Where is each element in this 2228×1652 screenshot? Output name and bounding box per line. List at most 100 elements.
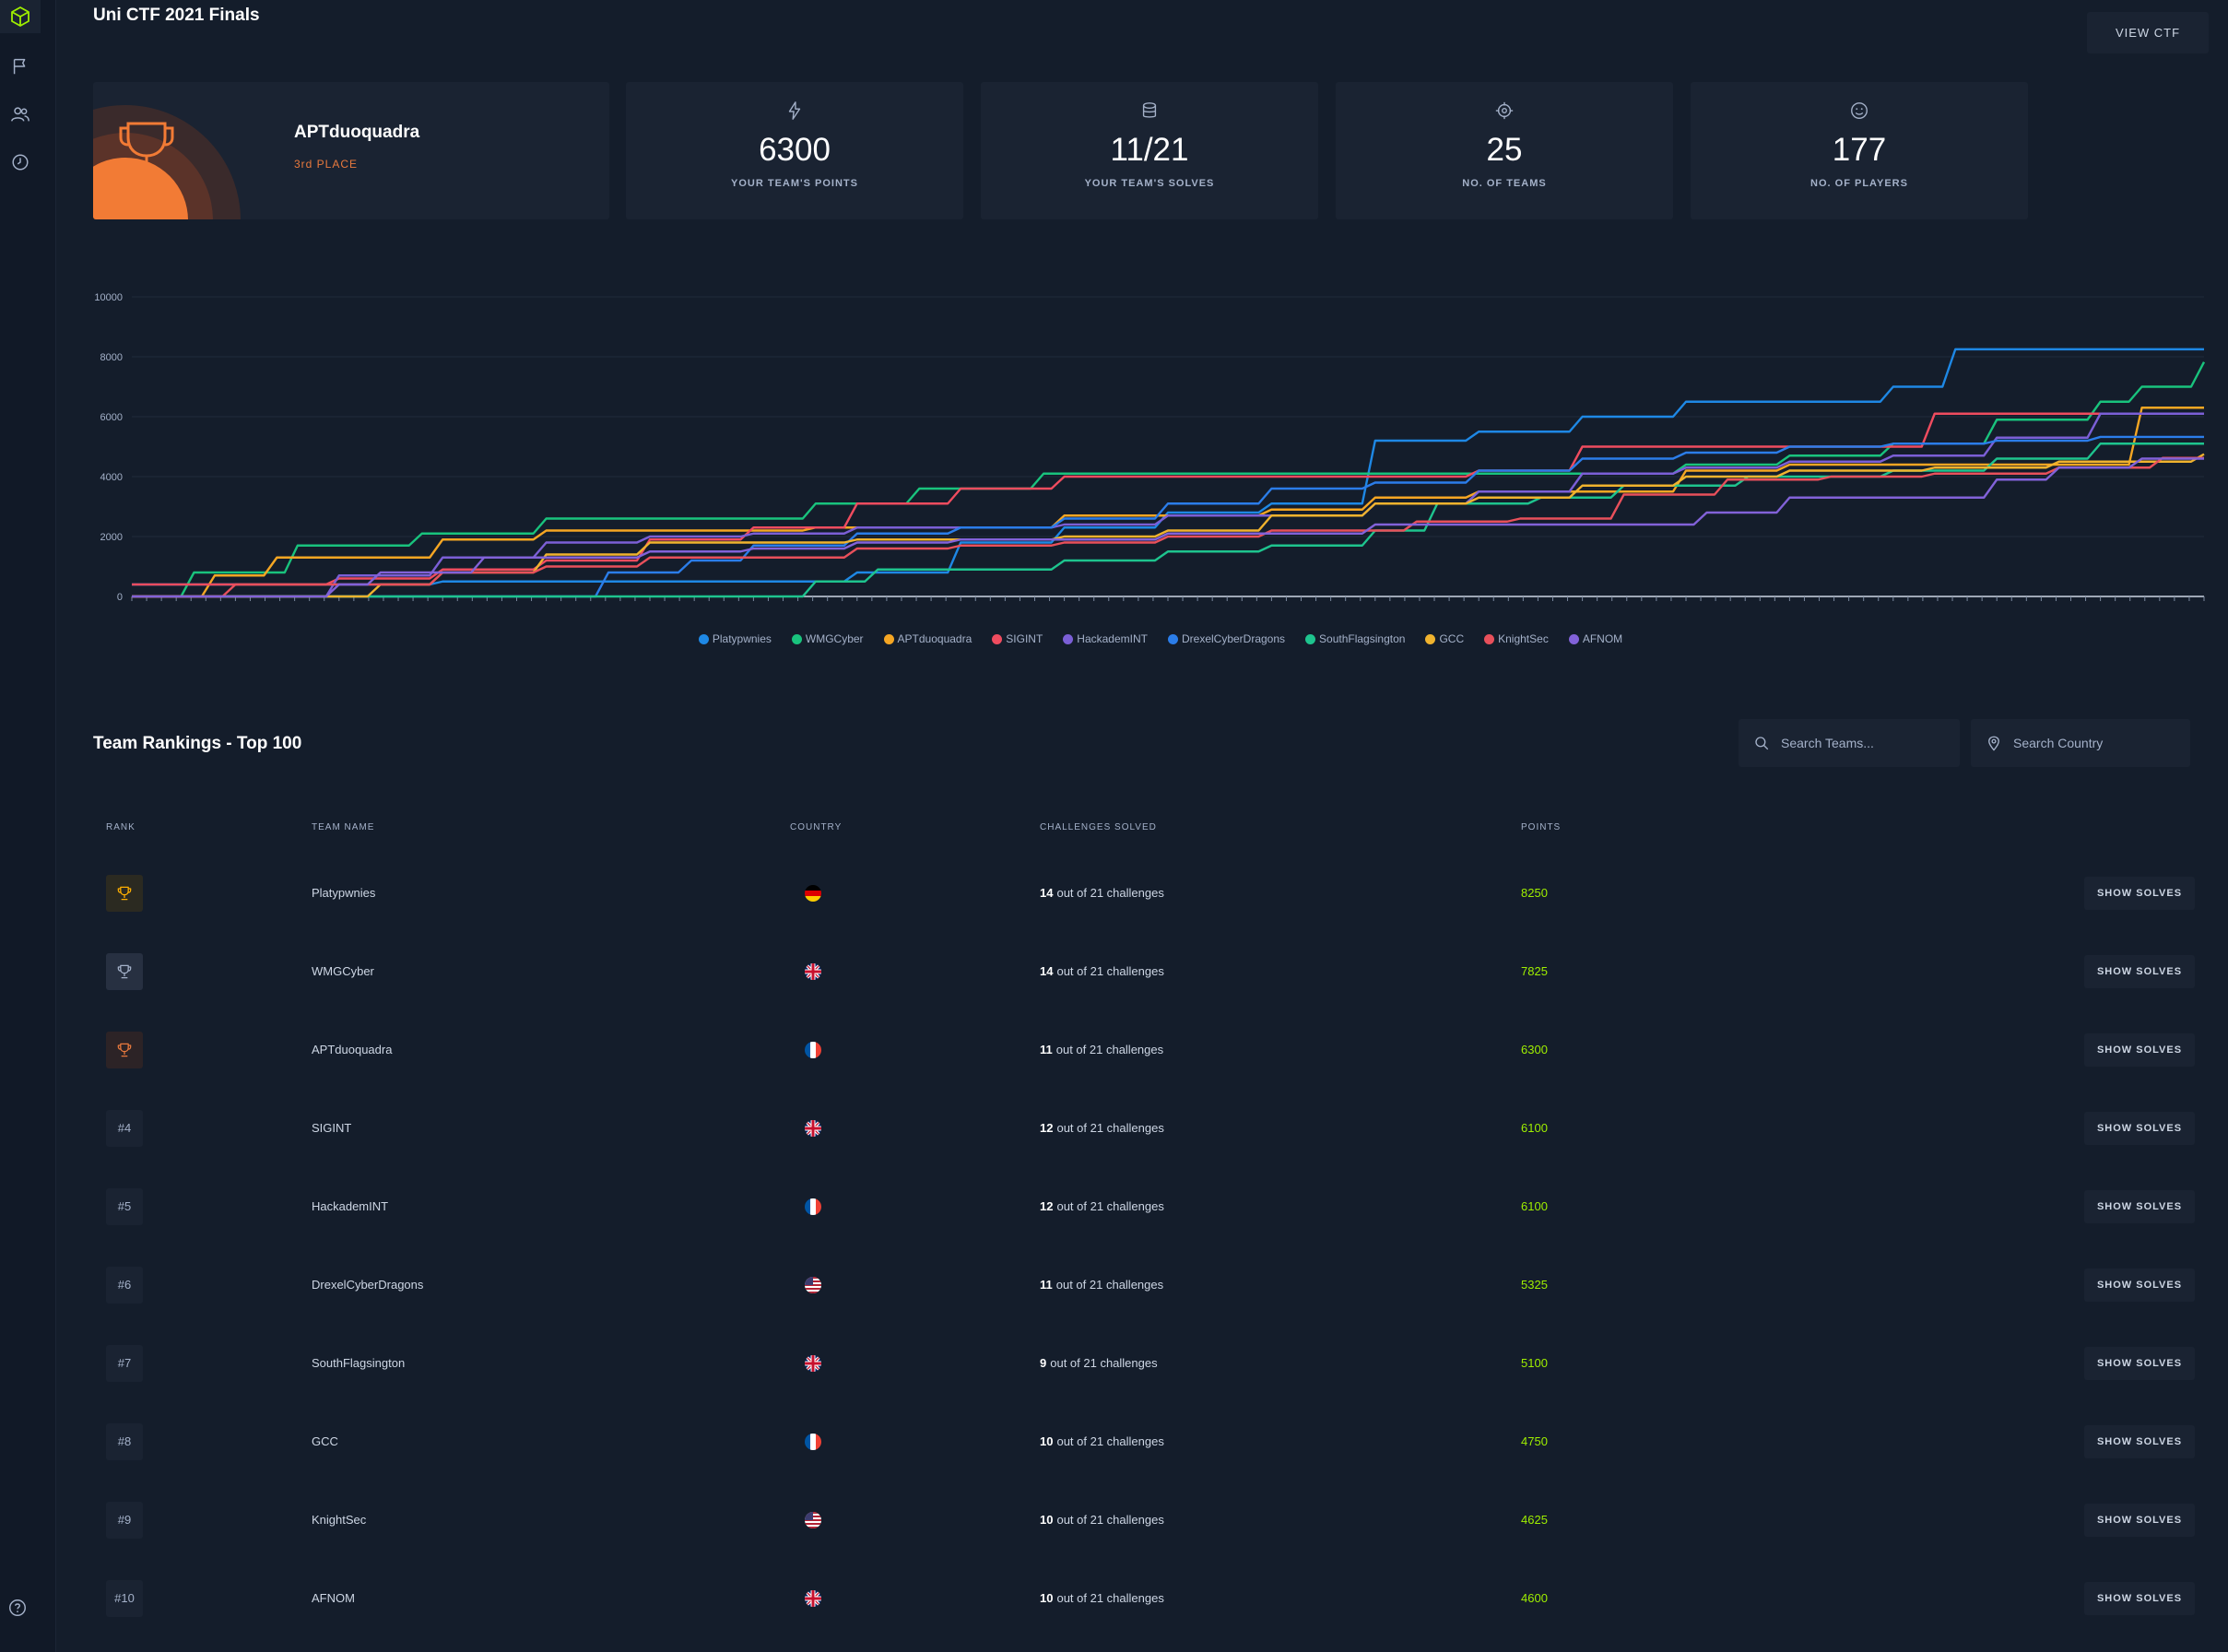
- legend-item[interactable]: DrexelCyberDragons: [1167, 632, 1285, 645]
- rank-number: #10: [114, 1591, 135, 1605]
- y-tick-label: 2000: [100, 532, 123, 543]
- legend-dot: [992, 633, 1003, 644]
- show-solves-cell: SHOW SOLVES: [2084, 1010, 2195, 1089]
- rank-cell: [106, 932, 143, 1010]
- legend-item[interactable]: GCC: [1425, 632, 1464, 645]
- challenges-solved-cell: 11 out of 21 challenges: [1040, 1245, 1163, 1324]
- legend-dot: [1167, 633, 1178, 644]
- show-solves-button[interactable]: SHOW SOLVES: [2084, 1268, 2195, 1302]
- rank-cell: #9: [106, 1481, 143, 1559]
- solved-count: 12: [1040, 1199, 1054, 1213]
- show-solves-button[interactable]: SHOW SOLVES: [2084, 1111, 2195, 1145]
- y-tick-label: 4000: [100, 472, 123, 483]
- search-teams-input[interactable]: [1779, 735, 1949, 751]
- rank-cell: [106, 1010, 143, 1089]
- team-name-cell[interactable]: APTduoquadra: [312, 1010, 392, 1089]
- team-name-cell[interactable]: GCC: [312, 1402, 338, 1481]
- show-solves-cell: SHOW SOLVES: [2084, 1324, 2195, 1402]
- cube-logo-icon[interactable]: [0, 0, 41, 33]
- solved-count: 14: [1040, 964, 1054, 978]
- y-tick-label: 8000: [100, 352, 123, 363]
- solved-count: 11: [1040, 1278, 1053, 1292]
- show-solves-button[interactable]: SHOW SOLVES: [2084, 1581, 2195, 1615]
- users-icon[interactable]: [0, 94, 41, 135]
- table-row: #10 AFNOM 10 out of 21 challenges 4600 SHOW S…: [93, 1559, 2228, 1637]
- help-icon[interactable]: [7, 1598, 28, 1618]
- show-solves-cell: SHOW SOLVES: [2084, 1245, 2195, 1324]
- show-solves-button[interactable]: SHOW SOLVES: [2084, 876, 2195, 910]
- solved-count: 9: [1040, 1356, 1047, 1370]
- flag-us-icon: [805, 1511, 821, 1528]
- country-cell: [805, 932, 821, 1010]
- legend-dot: [1063, 633, 1074, 644]
- points-cell: 6300: [1521, 1043, 1548, 1056]
- view-ctf-button[interactable]: VIEW CTF: [2087, 12, 2209, 53]
- team-name-cell[interactable]: SouthFlagsington: [312, 1324, 405, 1402]
- legend-label: AFNOM: [1582, 632, 1623, 645]
- table-row: #7 SouthFlagsington 9 out of 21 challenges 5…: [93, 1324, 2228, 1402]
- legend-item[interactable]: SIGINT: [992, 632, 1043, 645]
- points-cell: 4750: [1521, 1434, 1548, 1448]
- team-name-cell[interactable]: AFNOM: [312, 1559, 355, 1637]
- table-header: RANK TEAM NAME COUNTRY CHALLENGES SOLVED…: [93, 822, 2228, 841]
- trophy-icon: [115, 884, 134, 903]
- legend-item[interactable]: KnightSec: [1484, 632, 1549, 645]
- stat-label: NO. OF PLAYERS: [1810, 178, 1908, 189]
- search-country[interactable]: [1971, 719, 2190, 767]
- legend-item[interactable]: WMGCyber: [791, 632, 864, 645]
- show-solves-button[interactable]: SHOW SOLVES: [2084, 1346, 2195, 1380]
- legend-item[interactable]: APTduoquadra: [883, 632, 972, 645]
- column-points: POINTS: [1521, 822, 1562, 832]
- clock-icon[interactable]: [0, 142, 41, 183]
- legend-item[interactable]: HackademINT: [1063, 632, 1148, 645]
- team-name-cell[interactable]: DrexelCyberDragons: [312, 1245, 423, 1324]
- show-solves-button[interactable]: SHOW SOLVES: [2084, 1503, 2195, 1537]
- country-cell: [805, 1402, 821, 1481]
- show-solves-button[interactable]: SHOW SOLVES: [2084, 954, 2195, 988]
- stat-value: 11/21: [1110, 132, 1189, 168]
- trophy-icon: [93, 105, 241, 219]
- flag-fr-icon: [805, 1433, 821, 1450]
- team-name-cell[interactable]: Platypwnies: [312, 854, 375, 932]
- flag-icon[interactable]: [0, 46, 41, 87]
- column-solved: CHALLENGES SOLVED: [1040, 822, 1157, 832]
- solved-suffix: out of 21 challenges: [1056, 1199, 1164, 1213]
- rank-badge: #10: [106, 1579, 143, 1617]
- legend-item[interactable]: Platypwnies: [698, 632, 772, 645]
- series-line-knightsec: [132, 456, 2204, 598]
- points-cell: 7825: [1521, 964, 1548, 978]
- stat-label: NO. OF TEAMS: [1462, 178, 1547, 189]
- page-title: Uni CTF 2021 Finals: [93, 6, 260, 25]
- legend-item[interactable]: AFNOM: [1568, 632, 1623, 645]
- legend-item[interactable]: SouthFlagsington: [1305, 632, 1405, 645]
- y-tick-label: 0: [117, 592, 123, 603]
- flag-de-icon: [805, 884, 821, 902]
- rank-cell: #7: [106, 1324, 143, 1402]
- flag-gb-icon: [805, 1119, 821, 1137]
- team-name-cell[interactable]: KnightSec: [312, 1481, 366, 1559]
- show-solves-cell: SHOW SOLVES: [2084, 932, 2195, 1010]
- legend-label: KnightSec: [1498, 632, 1549, 645]
- show-solves-button[interactable]: SHOW SOLVES: [2084, 1032, 2195, 1067]
- challenges-solved-cell: 10 out of 21 challenges: [1040, 1481, 1164, 1559]
- rank-badge: [106, 1031, 143, 1068]
- search-teams[interactable]: [1739, 719, 1960, 767]
- show-solves-button[interactable]: SHOW SOLVES: [2084, 1189, 2195, 1223]
- solved-count: 10: [1040, 1513, 1054, 1527]
- show-solves-cell: SHOW SOLVES: [2084, 854, 2195, 932]
- solved-suffix: out of 21 challenges: [1050, 1356, 1158, 1370]
- team-name-cell[interactable]: SIGINT: [312, 1089, 351, 1167]
- team-name-cell[interactable]: HackademINT: [312, 1167, 388, 1245]
- show-solves-button[interactable]: SHOW SOLVES: [2084, 1424, 2195, 1458]
- search-icon: [1755, 737, 1769, 750]
- sidebar: [0, 0, 56, 1652]
- search-country-input[interactable]: [2011, 735, 2181, 751]
- table-row: #6 DrexelCyberDragons 11 out of 21 challeng…: [93, 1245, 2228, 1324]
- solved-suffix: out of 21 challenges: [1056, 1121, 1164, 1135]
- column-country: COUNTRY: [790, 822, 843, 832]
- points-cell: 4600: [1521, 1591, 1548, 1605]
- show-solves-cell: SHOW SOLVES: [2084, 1559, 2195, 1637]
- team-name-cell[interactable]: WMGCyber: [312, 932, 374, 1010]
- series-line-aptduoquadra: [132, 407, 2204, 598]
- y-tick-label: 10000: [94, 292, 123, 303]
